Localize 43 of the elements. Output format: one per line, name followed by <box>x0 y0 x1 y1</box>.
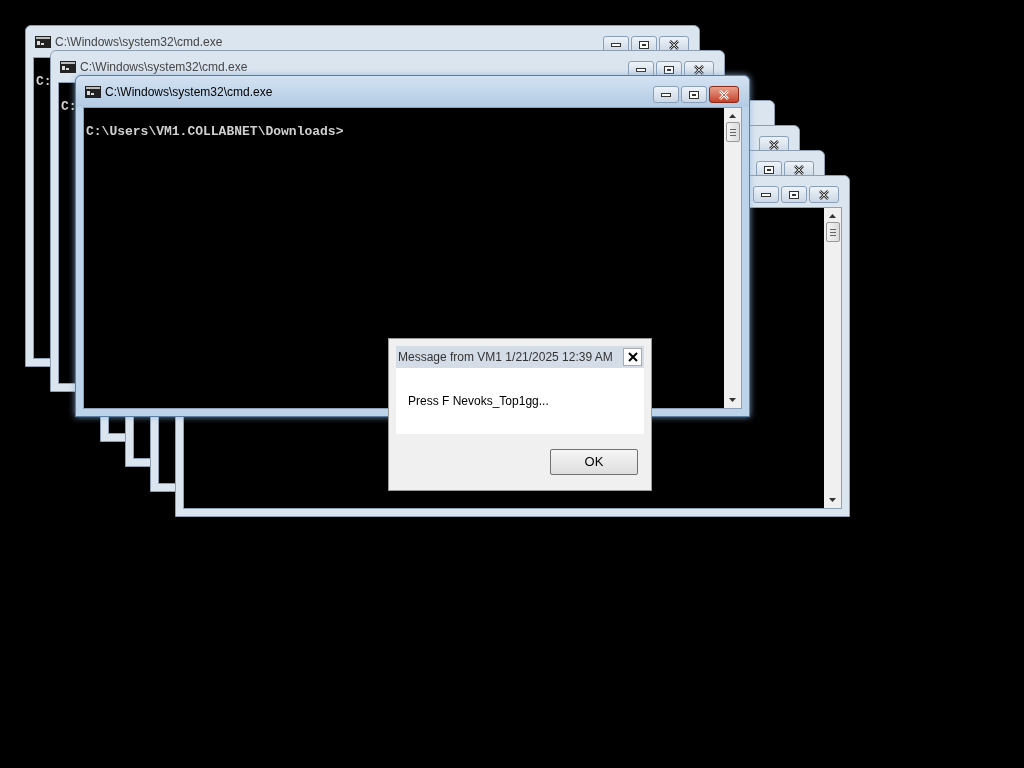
dialog-title: Message from VM1 1/21/2025 12:39 AM <box>398 349 613 366</box>
close-icon <box>769 139 779 150</box>
scroll-thumb[interactable] <box>725 122 740 142</box>
maximize-icon <box>664 65 674 74</box>
close-icon <box>819 189 829 200</box>
maximize-icon <box>639 40 649 49</box>
close-icon <box>627 352 638 362</box>
console-icon <box>85 85 101 98</box>
scroll-down-icon <box>729 398 736 402</box>
close-button[interactable] <box>809 186 839 203</box>
scroll-down-icon <box>829 498 836 502</box>
close-icon <box>794 164 804 175</box>
window-title: C:\Windows\system32\cmd.exe <box>105 83 273 101</box>
maximize-icon <box>789 190 799 199</box>
minimize-button[interactable] <box>653 86 679 103</box>
minimize-icon <box>761 192 771 197</box>
minimize-icon <box>636 67 646 72</box>
close-button[interactable] <box>623 348 642 366</box>
console-text: C: <box>36 74 52 89</box>
scrollbar[interactable] <box>724 108 741 408</box>
scroll-up-icon <box>829 214 836 218</box>
maximize-button[interactable] <box>681 86 707 103</box>
console-text: C:\Users\VM1.COLLABNET\Downloads> <box>86 124 344 139</box>
maximize-button[interactable] <box>781 186 807 203</box>
scroll-up-icon <box>729 114 736 118</box>
window-title: C:\Windows\system32\cmd.exe <box>80 58 248 76</box>
console-icon <box>60 60 76 73</box>
close-icon <box>669 39 679 50</box>
maximize-icon <box>689 90 699 99</box>
minimize-button[interactable] <box>753 186 779 203</box>
console-icon <box>35 35 51 48</box>
dialog-message: Press F Nevoks_Top1gg... <box>408 393 549 410</box>
close-icon <box>694 64 704 75</box>
minimize-icon <box>611 42 621 47</box>
ok-button[interactable]: OK <box>550 449 638 475</box>
close-icon <box>719 89 729 100</box>
scroll-thumb[interactable] <box>825 222 840 242</box>
scrollbar[interactable] <box>824 208 841 508</box>
maximize-icon <box>764 165 774 174</box>
window-title: C:\Windows\system32\cmd.exe <box>55 33 223 51</box>
console-text: C: <box>61 99 77 114</box>
close-button[interactable] <box>709 86 739 103</box>
minimize-icon <box>661 92 671 97</box>
